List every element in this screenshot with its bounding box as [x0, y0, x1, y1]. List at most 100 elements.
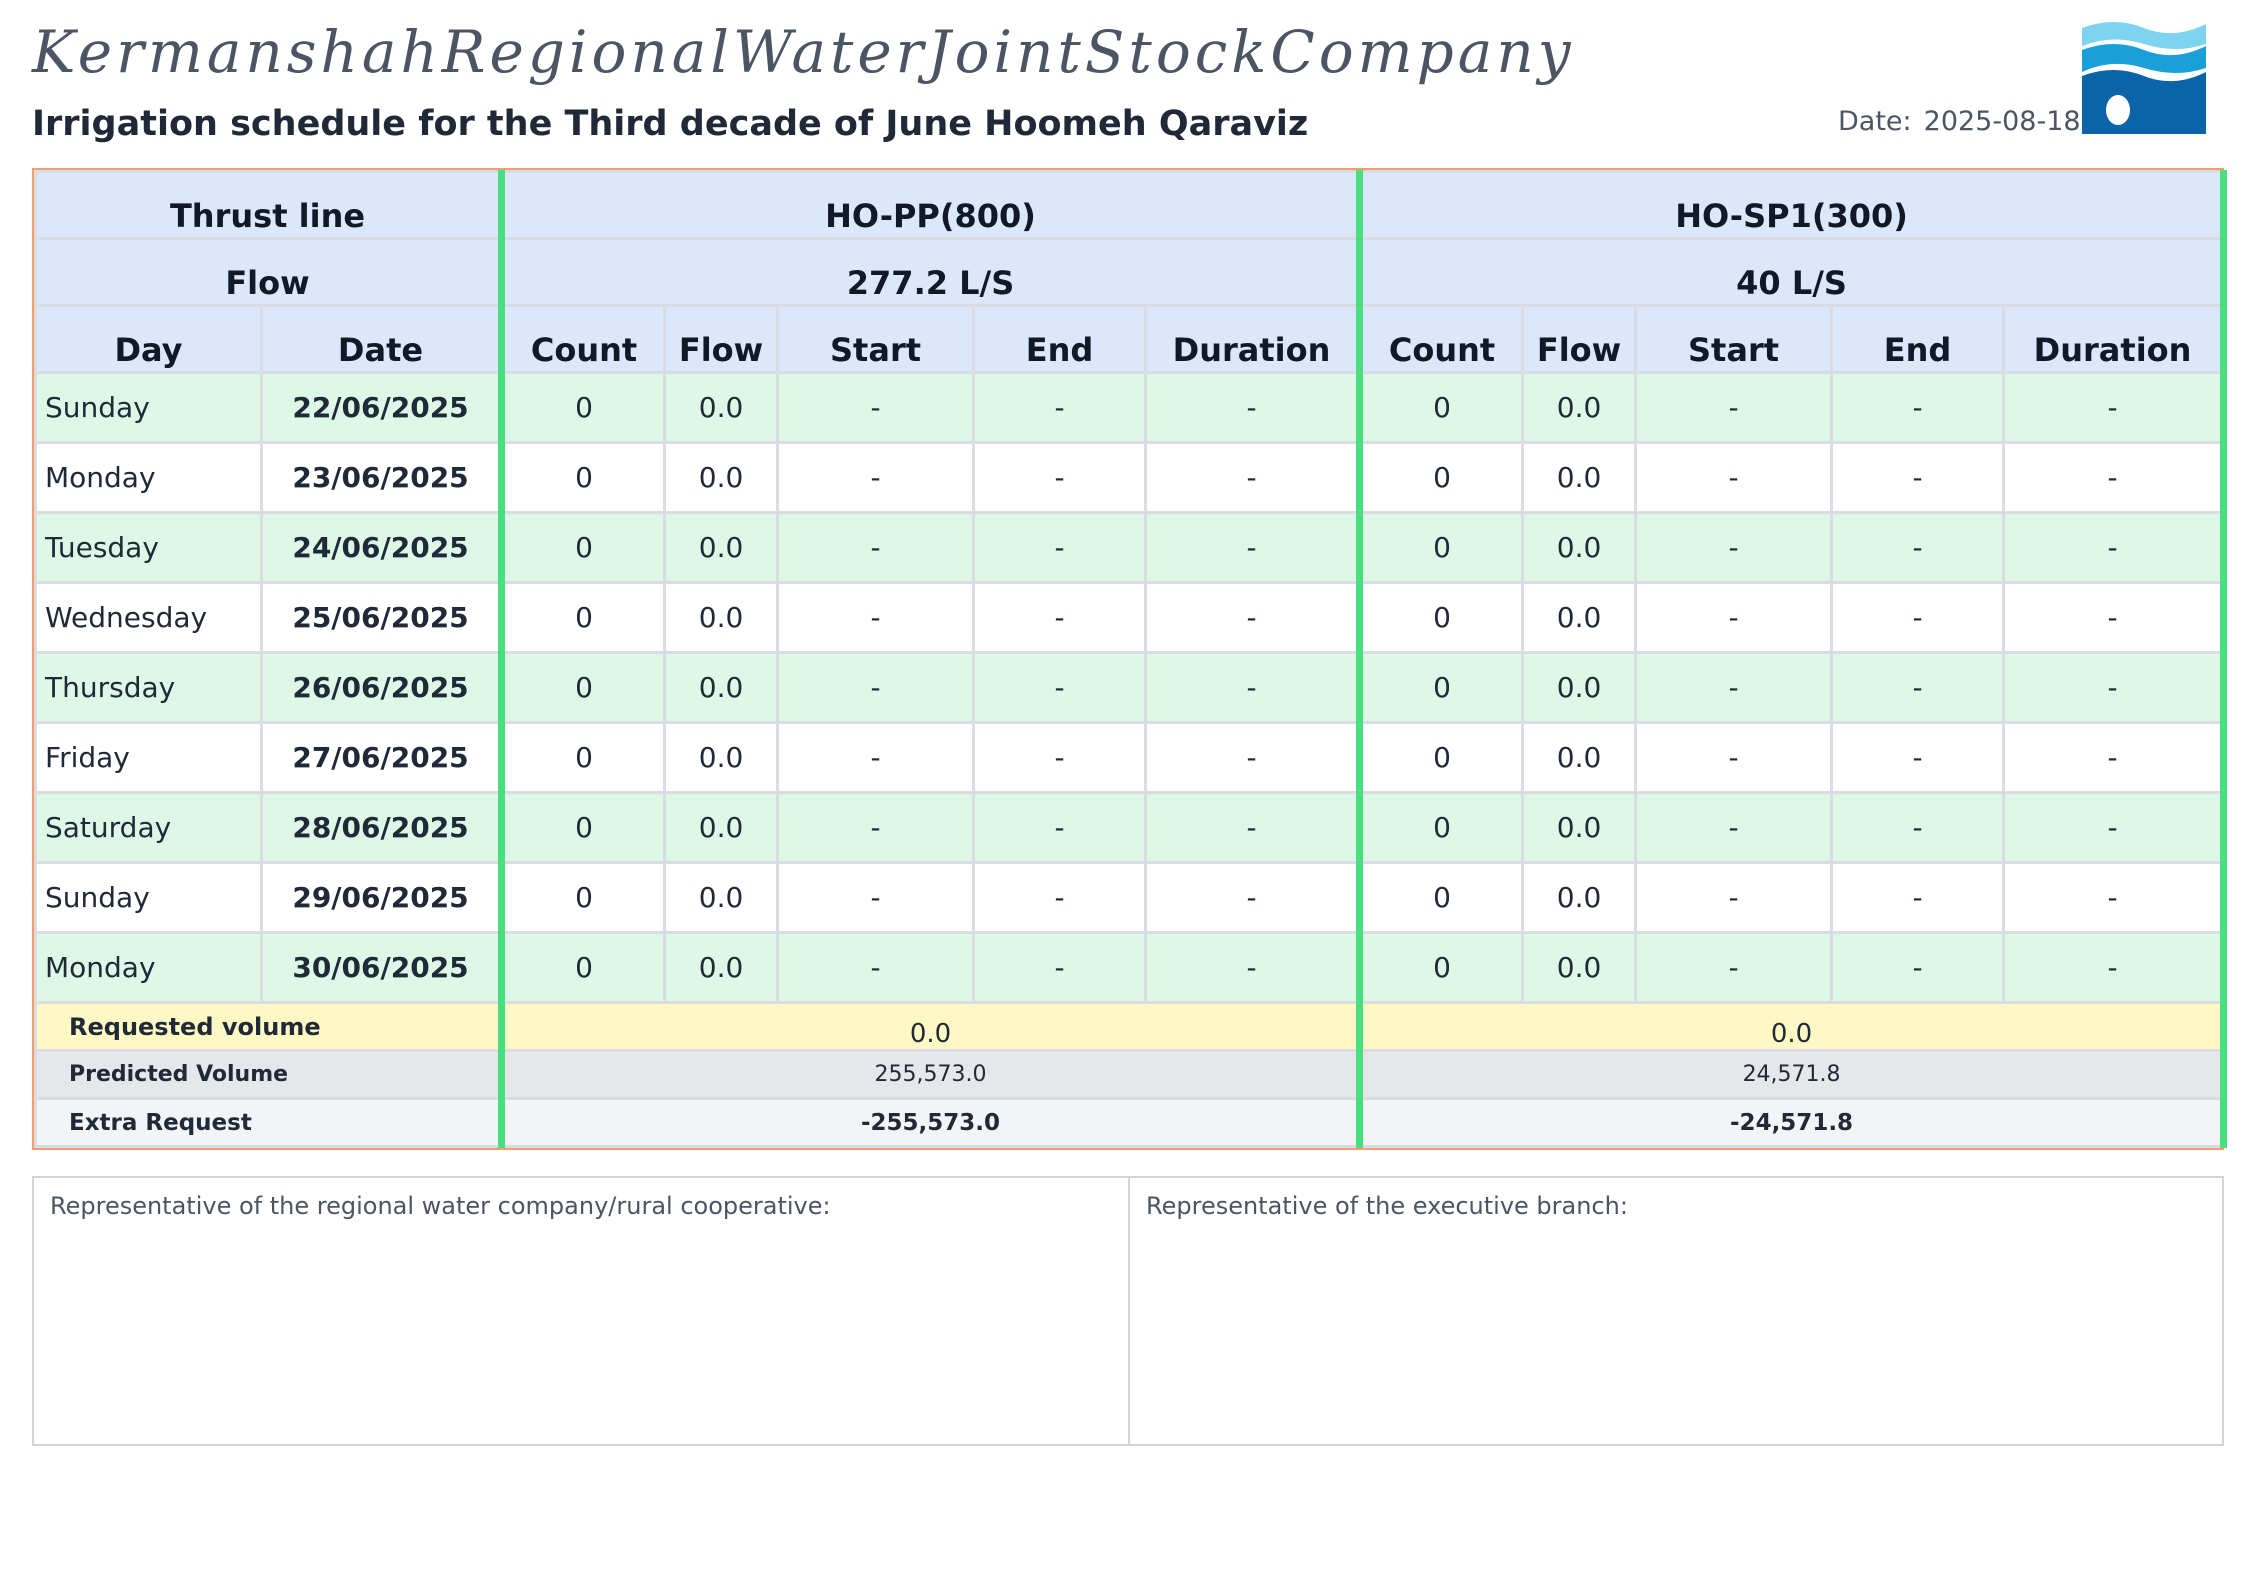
column-header-duration: Duration [2002, 304, 2228, 374]
end-cell: - [972, 791, 1148, 864]
date-cell: 24/06/2025 [259, 511, 504, 584]
start-cell: - [776, 931, 976, 1004]
count-cell: 0 [498, 371, 667, 444]
day-cell: Monday [34, 931, 263, 1004]
column-header-count: Count [498, 304, 667, 374]
start-cell: - [776, 721, 976, 794]
start-cell: - [776, 861, 976, 934]
start-cell: - [776, 511, 976, 584]
report-date: Date: 2025-08-18 [1838, 106, 2081, 137]
end-cell: - [972, 651, 1148, 724]
flow-cell: 0.0 [663, 721, 780, 794]
end-cell: - [1830, 441, 2006, 514]
flow-cell: 0.0 [663, 511, 780, 584]
date-label: Date: [1838, 106, 1912, 137]
signature-box-executive-branch: Representative of the executive branch: [1128, 1176, 2224, 1446]
line-a-name: HO-PP(800) [498, 170, 1362, 240]
line-a-flow: 277.2 L/S [498, 237, 1362, 307]
flow-cell: 0.0 [663, 931, 780, 1004]
flow-cell: 0.0 [663, 861, 780, 934]
thrust-line-label: Thrust line [33, 170, 504, 240]
count-cell: 0 [498, 441, 667, 514]
table-row: Friday 27/06/2025 0 0.0- - -0 0.0- - - [34, 721, 2228, 794]
flow-cell: 0.0 [1521, 651, 1638, 724]
start-cell: - [1634, 651, 1834, 724]
flow-cell: 0.0 [663, 791, 780, 864]
count-cell: 0 [1356, 371, 1525, 444]
start-cell: - [1634, 581, 1834, 654]
start-cell: - [776, 371, 976, 444]
duration-cell: - [1144, 721, 1362, 794]
column-header-flow: Flow [663, 304, 780, 374]
start-cell: - [1634, 861, 1834, 934]
count-cell: 0 [1356, 931, 1525, 1004]
flow-cell: 0.0 [663, 651, 780, 724]
date-cell: 22/06/2025 [259, 371, 504, 444]
count-cell: 0 [1356, 861, 1525, 934]
duration-cell: - [2002, 791, 2228, 864]
flow-cell: 0.0 [1521, 581, 1638, 654]
date-cell: 25/06/2025 [259, 581, 504, 654]
duration-cell: - [1144, 511, 1362, 584]
flow-cell: 0.0 [663, 441, 780, 514]
flow-cell: 0.0 [1521, 441, 1638, 514]
table-row: Wednesday 25/06/2025 0 0.0- - -0 0.0- - - [34, 581, 2228, 654]
column-header-flow: Flow [1521, 304, 1638, 374]
date-cell: 28/06/2025 [259, 791, 504, 864]
end-cell: - [1830, 511, 2006, 584]
requested-volume-value: 0.0 [498, 1001, 1362, 1052]
duration-cell: - [1144, 441, 1362, 514]
flow-cell: 0.0 [1521, 861, 1638, 934]
column-header-count: Count [1356, 304, 1525, 374]
predicted-volume-value: 24,571.8 [1356, 1049, 2228, 1100]
duration-cell: - [1144, 931, 1362, 1004]
day-cell: Thursday [34, 651, 263, 724]
extra-request-row: Extra Request -255,573.0 -24,571.8 [33, 1097, 2228, 1148]
count-cell: 0 [498, 791, 667, 864]
duration-cell: - [1144, 581, 1362, 654]
day-cell: Friday [34, 721, 263, 794]
column-header-duration: Duration [1144, 304, 1362, 374]
date-cell: 30/06/2025 [259, 931, 504, 1004]
day-cell: Tuesday [34, 511, 263, 584]
end-cell: - [972, 861, 1148, 934]
count-cell: 0 [1356, 791, 1525, 864]
duration-cell: - [2002, 581, 2228, 654]
date-cell: 27/06/2025 [259, 721, 504, 794]
start-cell: - [1634, 441, 1834, 514]
end-cell: - [1830, 861, 2006, 934]
end-cell: - [1830, 651, 2006, 724]
day-cell: Sunday [34, 371, 263, 444]
end-cell: - [972, 511, 1148, 584]
day-cell: Saturday [34, 791, 263, 864]
date-cell: 23/06/2025 [259, 441, 504, 514]
duration-cell: - [2002, 371, 2228, 444]
duration-cell: - [2002, 861, 2228, 934]
count-cell: 0 [498, 861, 667, 934]
table-row: Sunday 29/06/2025 0 0.0- - -0 0.0- - - [34, 861, 2228, 934]
end-cell: - [1830, 371, 2006, 444]
page-title: Irrigation schedule for the Third decade… [32, 104, 1309, 144]
table-row: Monday 23/06/2025 0 0.0- - -0 0.0- - - [34, 441, 2228, 514]
column-header-start: Start [1634, 304, 1834, 374]
count-cell: 0 [1356, 511, 1525, 584]
column-header-end: End [1830, 304, 2006, 374]
predicted-volume-row: Predicted Volume 255,573.0 24,571.8 [33, 1049, 2228, 1100]
count-cell: 0 [1356, 651, 1525, 724]
duration-cell: - [1144, 861, 1362, 934]
requested-volume-row: Requested volume 0.0 0.0 [33, 1001, 2228, 1052]
start-cell: - [1634, 791, 1834, 864]
flow-cell: 0.0 [1521, 371, 1638, 444]
end-cell: - [972, 721, 1148, 794]
table-row: Thursday 26/06/2025 0 0.0- - -0 0.0- - - [34, 651, 2228, 724]
predicted-volume-label: Predicted Volume [33, 1049, 504, 1100]
column-header-start: Start [776, 304, 976, 374]
start-cell: - [1634, 931, 1834, 1004]
table-row: Monday 30/06/2025 0 0.0- - -0 0.0- - - [34, 931, 2228, 1004]
flow-cell: 0.0 [1521, 511, 1638, 584]
end-cell: - [1830, 581, 2006, 654]
end-cell: - [1830, 721, 2006, 794]
duration-cell: - [1144, 651, 1362, 724]
duration-cell: - [2002, 441, 2228, 514]
duration-cell: - [2002, 721, 2228, 794]
